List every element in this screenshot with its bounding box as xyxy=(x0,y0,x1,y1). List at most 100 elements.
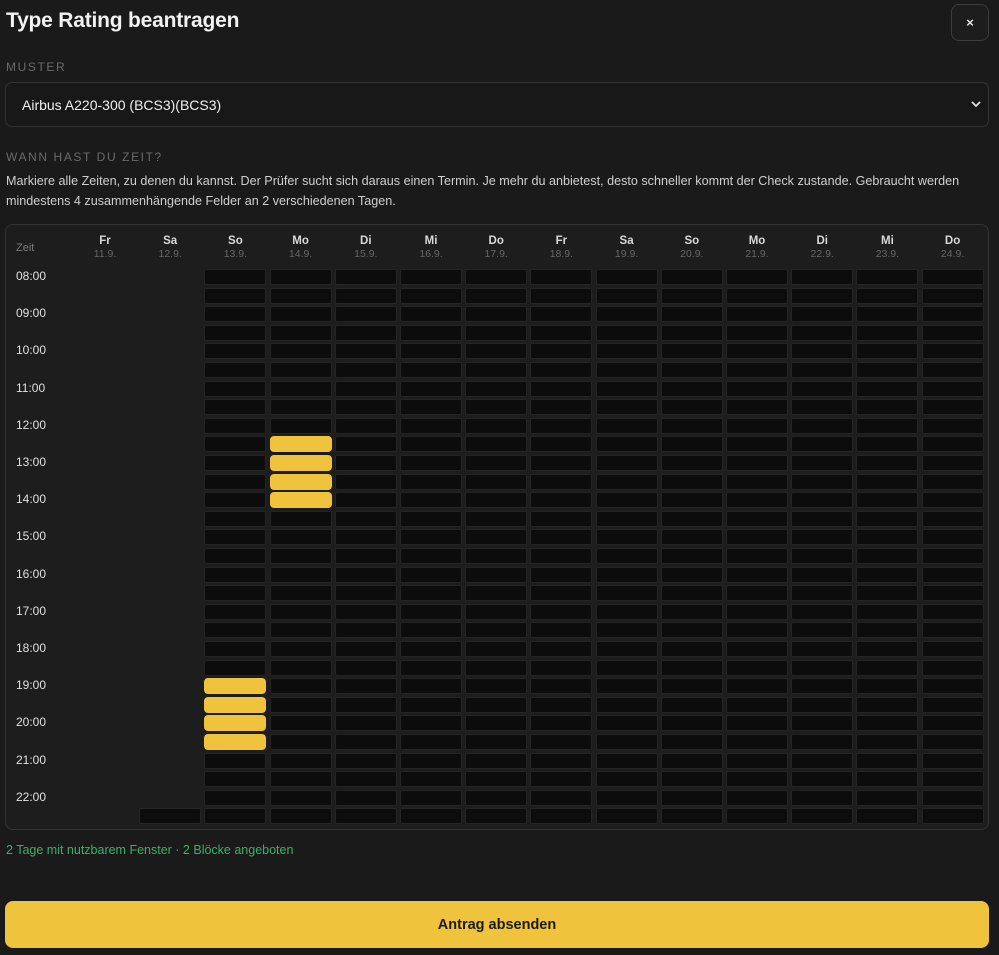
time-slot-cell[interactable] xyxy=(726,696,788,713)
time-slot-cell[interactable] xyxy=(204,510,267,527)
time-slot-cell[interactable] xyxy=(334,417,397,434)
time-slot-cell[interactable] xyxy=(465,659,528,676)
time-slot-cell[interactable] xyxy=(921,789,984,806)
time-slot-cell[interactable] xyxy=(530,566,593,583)
time-slot-cell[interactable] xyxy=(400,789,462,806)
time-slot-cell[interactable] xyxy=(269,808,332,825)
time-slot-cell[interactable] xyxy=(791,343,854,360)
time-slot-cell[interactable] xyxy=(400,566,462,583)
time-slot-cell[interactable] xyxy=(204,641,267,657)
time-slot-cell[interactable] xyxy=(204,473,267,490)
time-slot-cell[interactable] xyxy=(465,417,528,434)
time-slot-cell[interactable] xyxy=(530,678,593,695)
time-slot-cell[interactable] xyxy=(204,622,267,639)
time-slot-cell[interactable] xyxy=(400,734,462,750)
time-slot-cell[interactable] xyxy=(269,752,332,769)
time-slot-cell[interactable] xyxy=(921,808,984,825)
time-slot-cell[interactable] xyxy=(204,306,267,323)
time-slot-cell[interactable] xyxy=(595,380,658,397)
time-slot-cell[interactable] xyxy=(595,417,658,434)
time-slot-cell[interactable] xyxy=(791,529,854,546)
time-slot-cell[interactable] xyxy=(791,362,854,378)
time-slot-cell[interactable] xyxy=(921,473,984,490)
time-slot-cell[interactable] xyxy=(400,455,462,471)
time-slot-cell[interactable] xyxy=(856,529,919,546)
time-slot-cell[interactable] xyxy=(465,548,528,564)
time-slot-cell[interactable] xyxy=(921,715,984,732)
time-slot-cell[interactable] xyxy=(791,306,854,323)
time-slot-cell[interactable] xyxy=(791,622,854,639)
time-slot-cell[interactable] xyxy=(334,269,397,285)
time-slot-cell[interactable] xyxy=(660,399,723,416)
time-slot-cell[interactable] xyxy=(856,343,919,360)
time-slot-cell[interactable] xyxy=(269,715,332,732)
time-slot-cell[interactable] xyxy=(269,548,332,564)
time-slot-cell[interactable] xyxy=(660,734,723,750)
time-slot-cell[interactable] xyxy=(791,566,854,583)
time-slot-cell[interactable] xyxy=(791,585,854,602)
time-slot-cell[interactable] xyxy=(204,696,267,713)
time-slot-cell[interactable] xyxy=(530,492,593,509)
time-slot-cell[interactable] xyxy=(856,752,919,769)
time-slot-cell[interactable] xyxy=(791,734,854,750)
time-slot-cell[interactable] xyxy=(400,715,462,732)
time-slot-cell[interactable] xyxy=(204,566,267,583)
time-slot-cell[interactable] xyxy=(334,771,397,788)
time-slot-cell[interactable] xyxy=(530,641,593,657)
time-slot-cell[interactable] xyxy=(465,306,528,323)
time-slot-cell[interactable] xyxy=(269,734,332,750)
time-slot-cell[interactable] xyxy=(856,548,919,564)
time-slot-cell[interactable] xyxy=(921,455,984,471)
time-slot-cell[interactable] xyxy=(530,417,593,434)
time-slot-cell[interactable] xyxy=(856,585,919,602)
time-slot-cell[interactable] xyxy=(791,510,854,527)
time-slot-cell[interactable] xyxy=(530,603,593,620)
time-slot-cell[interactable] xyxy=(595,603,658,620)
time-slot-cell[interactable] xyxy=(334,603,397,620)
time-slot-cell[interactable] xyxy=(465,473,528,490)
time-slot-cell[interactable] xyxy=(660,492,723,509)
time-slot-cell[interactable] xyxy=(530,734,593,750)
time-slot-cell[interactable] xyxy=(726,269,788,285)
time-slot-cell[interactable] xyxy=(856,641,919,657)
time-slot-cell[interactable] xyxy=(530,752,593,769)
time-slot-cell[interactable] xyxy=(791,380,854,397)
time-slot-cell[interactable] xyxy=(595,399,658,416)
time-slot-cell[interactable] xyxy=(726,659,788,676)
time-slot-cell[interactable] xyxy=(921,343,984,360)
time-slot-cell[interactable] xyxy=(465,492,528,509)
time-slot-cell[interactable] xyxy=(660,455,723,471)
muster-select[interactable]: Airbus A220-300 (BCS3)(BCS3) xyxy=(5,82,989,127)
time-slot-cell[interactable] xyxy=(791,548,854,564)
time-slot-cell[interactable] xyxy=(856,696,919,713)
time-slot-cell[interactable] xyxy=(856,566,919,583)
time-slot-cell[interactable] xyxy=(530,771,593,788)
time-slot-cell[interactable] xyxy=(660,715,723,732)
time-slot-cell[interactable] xyxy=(400,752,462,769)
time-slot-cell[interactable] xyxy=(269,659,332,676)
time-slot-cell[interactable] xyxy=(921,752,984,769)
time-slot-cell[interactable] xyxy=(595,436,658,453)
time-slot-cell[interactable] xyxy=(530,455,593,471)
time-slot-cell[interactable] xyxy=(856,510,919,527)
time-slot-cell[interactable] xyxy=(660,529,723,546)
time-slot-cell[interactable] xyxy=(660,324,723,341)
time-slot-cell[interactable] xyxy=(726,343,788,360)
time-slot-cell[interactable] xyxy=(465,641,528,657)
time-slot-cell[interactable] xyxy=(530,343,593,360)
time-slot-cell[interactable] xyxy=(595,324,658,341)
time-slot-cell[interactable] xyxy=(595,473,658,490)
time-slot-cell[interactable] xyxy=(660,362,723,378)
time-slot-cell[interactable] xyxy=(400,399,462,416)
time-slot-cell[interactable] xyxy=(465,715,528,732)
time-slot-cell[interactable] xyxy=(595,510,658,527)
time-slot-cell[interactable] xyxy=(530,696,593,713)
time-slot-cell[interactable] xyxy=(204,399,267,416)
time-slot-cell[interactable] xyxy=(334,492,397,509)
time-slot-cell[interactable] xyxy=(856,492,919,509)
time-slot-cell[interactable] xyxy=(204,585,267,602)
time-slot-cell[interactable] xyxy=(660,510,723,527)
time-slot-cell[interactable] xyxy=(791,455,854,471)
time-slot-cell[interactable] xyxy=(530,324,593,341)
time-slot-cell[interactable] xyxy=(334,752,397,769)
